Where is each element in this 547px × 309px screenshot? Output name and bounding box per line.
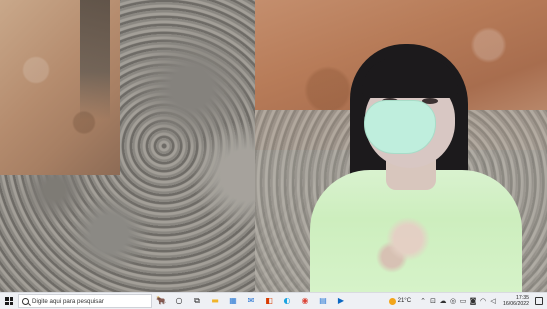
mail-icon[interactable]: ✉: [244, 294, 258, 308]
task-view-icon[interactable]: ⧉: [190, 294, 204, 308]
system-tray: 21°C ⌃ ⊡ ☁ ◎ ▭ ◙ ◠ ◁ 17:35 16/06/2022: [388, 295, 547, 307]
calculator-icon[interactable]: ▤: [316, 294, 330, 308]
webcam-video-feed: [0, 0, 547, 292]
wifi-icon[interactable]: ◠: [479, 296, 487, 306]
chrome-icon[interactable]: ◉: [298, 294, 312, 308]
office-icon[interactable]: ◧: [262, 294, 276, 308]
store-icon[interactable]: ▦: [226, 294, 240, 308]
pinned-apps: 🐂 ○ ⧉ ▬ ▦ ✉ ◧ ◐ ◉ ▤ ▶: [152, 294, 350, 308]
file-explorer-icon[interactable]: ▬: [208, 294, 222, 308]
clock-date: 16/06/2022: [503, 301, 529, 307]
cortana-icon[interactable]: ○: [172, 294, 186, 308]
notification-icon[interactable]: [535, 297, 543, 305]
weather-widget[interactable]: 21°C: [388, 297, 412, 305]
onedrive-icon[interactable]: ☁: [439, 296, 447, 306]
shadow-streak: [80, 0, 110, 120]
shirt-print: [368, 215, 448, 275]
chevron-up-icon[interactable]: ⌃: [419, 296, 427, 306]
volume-icon[interactable]: ◁: [489, 296, 497, 306]
camera-icon[interactable]: ◙: [469, 296, 477, 306]
taskbar-search-box[interactable]: Digite aqui para pesquisar: [18, 294, 152, 308]
location-icon[interactable]: ◎: [449, 296, 457, 306]
temperature: 21°C: [397, 298, 412, 304]
taskbar: Digite aqui para pesquisar 🐂 ○ ⧉ ▬ ▦ ✉ ◧ ◐ ◉ ▤ ▶ 2…: [0, 292, 547, 309]
start-button[interactable]: [0, 293, 18, 309]
sun-icon: [388, 297, 396, 305]
network-icon[interactable]: ⊡: [429, 296, 437, 306]
search-placeholder: Digite aqui para pesquisar: [32, 297, 104, 305]
windows-logo-icon: [5, 297, 13, 305]
bangs: [362, 58, 458, 98]
person-with-mask: [310, 40, 525, 292]
windows-ink-logo-icon[interactable]: 🐂: [154, 294, 168, 308]
media-player-icon[interactable]: ▶: [334, 294, 348, 308]
edge-icon[interactable]: ◐: [280, 294, 294, 308]
battery-icon[interactable]: ▭: [459, 296, 467, 306]
clock[interactable]: 17:35 16/06/2022: [503, 295, 529, 307]
search-icon: [22, 297, 29, 305]
face-mask: [364, 100, 436, 154]
